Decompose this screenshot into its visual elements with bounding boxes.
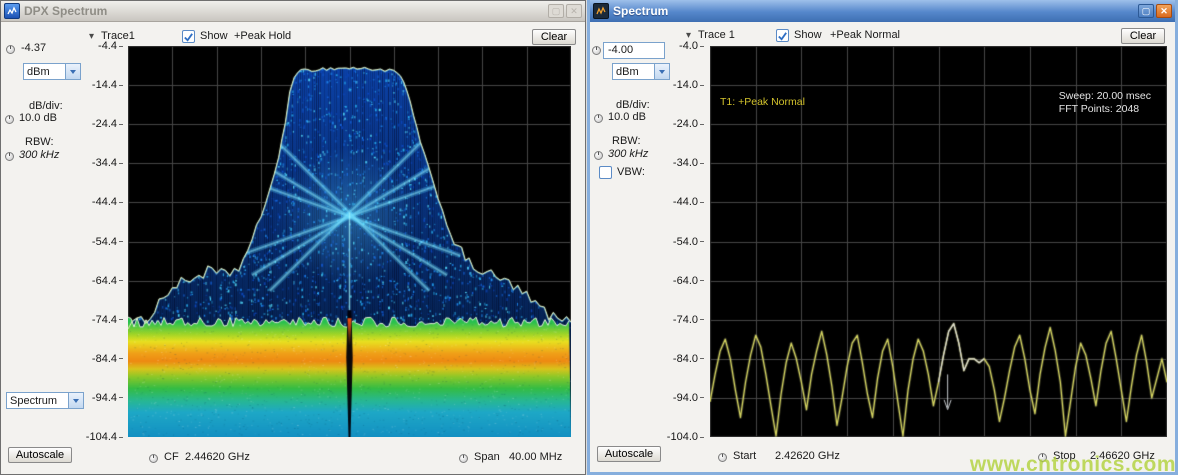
display-mode-value: Spectrum xyxy=(7,395,68,407)
show-label: Show xyxy=(200,30,228,42)
display-mode-dropdown[interactable]: Spectrum xyxy=(6,392,84,409)
y-axis-tick-label: -104.4 xyxy=(86,431,123,443)
close-button[interactable]: ✕ xyxy=(566,4,582,18)
y-axis-tick-label: -104.0 xyxy=(667,431,704,443)
dpx-plot-area[interactable] xyxy=(128,46,571,437)
trace-info-annotation: T1: +Peak Normal xyxy=(720,96,805,109)
db-div-label: dB/div: xyxy=(29,100,63,112)
show-label: Show xyxy=(794,29,822,41)
autoscale-button[interactable]: Autoscale xyxy=(597,446,661,462)
rbw-knob-icon[interactable] xyxy=(594,151,603,160)
y-axis-tick-label: -14.4 xyxy=(92,79,123,91)
autoscale-button[interactable]: Autoscale xyxy=(8,447,72,463)
fft-points-value: FFT Points: 2048 xyxy=(1059,103,1151,116)
watermark: www.cntronics.com xyxy=(970,453,1176,475)
db-div-value[interactable]: 10.0 dB xyxy=(19,112,57,124)
cf-value[interactable]: 2.44620 GHz xyxy=(185,451,250,463)
y-axis-tick-label: -74.0 xyxy=(673,314,704,326)
units-dropdown[interactable]: dBm xyxy=(23,63,81,80)
y-axis-tick-label: -54.0 xyxy=(673,236,704,248)
y-axis-tick-label: -44.4 xyxy=(92,196,123,208)
y-axis-tick-label: -14.0 xyxy=(673,79,704,91)
window-title: Spectrum xyxy=(613,4,668,18)
chevron-down-icon[interactable]: ▾ xyxy=(89,31,94,42)
units-value: dBm xyxy=(24,66,65,78)
start-value[interactable]: 2.42620 GHz xyxy=(775,450,840,462)
ref-level-knob-icon[interactable] xyxy=(6,45,15,54)
start-knob-icon[interactable] xyxy=(718,453,727,462)
y-axis-tick-label: -4.4 xyxy=(98,40,123,52)
maximize-button[interactable]: ▢ xyxy=(1138,4,1154,18)
y-axis-tick-label: -44.0 xyxy=(673,196,704,208)
screen: DPX Spectrum ▢ ✕ ▾ Trace1 Show +Peak Hol… xyxy=(0,0,1178,475)
spectrum-plot-area[interactable]: T1: +Peak Normal Sweep: 20.00 msec FFT P… xyxy=(710,46,1167,437)
rbw-label: RBW: xyxy=(612,135,641,147)
y-axis: -4.4-14.4-24.4-34.4-44.4-54.4-64.4-74.4-… xyxy=(85,46,123,437)
y-axis: -4.0-14.0-24.0-34.0-44.0-54.0-64.0-74.0-… xyxy=(662,46,704,437)
y-axis-tick-label: -24.4 xyxy=(92,118,123,130)
rbw-label: RBW: xyxy=(25,136,54,148)
db-div-knob-icon[interactable] xyxy=(5,115,14,124)
ref-level-input[interactable]: -4.00 xyxy=(603,42,665,59)
dpx-spectrum-window: DPX Spectrum ▢ ✕ ▾ Trace1 Show +Peak Hol… xyxy=(0,0,586,475)
maximize-button[interactable]: ▢ xyxy=(548,4,564,18)
window-title: DPX Spectrum xyxy=(24,4,107,18)
db-div-value[interactable]: 10.0 dB xyxy=(608,111,646,123)
vbw-label: VBW: xyxy=(617,166,645,178)
show-checkbox[interactable] xyxy=(776,29,789,42)
y-axis-tick-label: -84.4 xyxy=(92,353,123,365)
y-axis-tick-label: -94.4 xyxy=(92,392,123,404)
start-label: Start xyxy=(733,450,756,462)
y-axis-tick-label: -34.4 xyxy=(92,157,123,169)
y-axis-tick-label: -4.0 xyxy=(679,40,704,52)
y-axis-tick-label: -64.4 xyxy=(92,275,123,287)
ref-level-value[interactable]: -4.37 xyxy=(21,42,46,54)
dropdown-arrow-icon xyxy=(65,64,80,79)
sweep-value: Sweep: 20.00 msec xyxy=(1059,90,1151,103)
spectrum-titlebar[interactable]: Spectrum ▢ ✕ xyxy=(590,0,1175,22)
detector-label: +Peak Normal xyxy=(830,29,900,41)
spectrum-app-icon xyxy=(593,3,609,19)
dropdown-arrow-icon xyxy=(68,393,83,408)
rbw-value[interactable]: 300 kHz xyxy=(19,149,59,161)
y-axis-tick-label: -24.0 xyxy=(673,118,704,130)
vbw-checkbox[interactable] xyxy=(599,166,612,179)
rbw-value[interactable]: 300 kHz xyxy=(608,148,648,160)
y-axis-tick-label: -54.4 xyxy=(92,236,123,248)
show-checkbox[interactable] xyxy=(182,30,195,43)
y-axis-tick-label: -94.0 xyxy=(673,392,704,404)
dpx-app-icon xyxy=(4,3,20,19)
dpx-titlebar[interactable]: DPX Spectrum ▢ ✕ xyxy=(1,1,585,22)
span-value[interactable]: 40.00 MHz xyxy=(509,451,562,463)
ref-level-knob-icon[interactable] xyxy=(592,46,601,55)
checkmark-icon xyxy=(777,31,788,42)
checkmark-icon xyxy=(183,32,194,43)
db-div-knob-icon[interactable] xyxy=(594,114,603,123)
clear-button[interactable]: Clear xyxy=(1121,28,1165,44)
units-value: dBm xyxy=(613,66,654,78)
detector-label: +Peak Hold xyxy=(234,30,291,42)
y-axis-tick-label: -74.4 xyxy=(92,314,123,326)
cf-knob-icon[interactable] xyxy=(149,454,158,463)
span-knob-icon[interactable] xyxy=(459,454,468,463)
clear-button[interactable]: Clear xyxy=(532,29,576,45)
dpx-plot-canvas xyxy=(128,46,571,437)
close-button[interactable]: ✕ xyxy=(1156,4,1172,18)
y-axis-tick-label: -64.0 xyxy=(673,275,704,287)
sweep-info-annotation: Sweep: 20.00 msec FFT Points: 2048 xyxy=(1059,90,1151,116)
cf-label: CF xyxy=(164,451,179,463)
spectrum-window: Spectrum ▢ ✕ ▾ Trace 1 Show +Peak Normal… xyxy=(587,0,1178,475)
y-axis-tick-label: -84.0 xyxy=(673,353,704,365)
db-div-label: dB/div: xyxy=(616,99,650,111)
y-axis-tick-label: -34.0 xyxy=(673,157,704,169)
rbw-knob-icon[interactable] xyxy=(5,152,14,161)
span-label: Span xyxy=(474,451,500,463)
